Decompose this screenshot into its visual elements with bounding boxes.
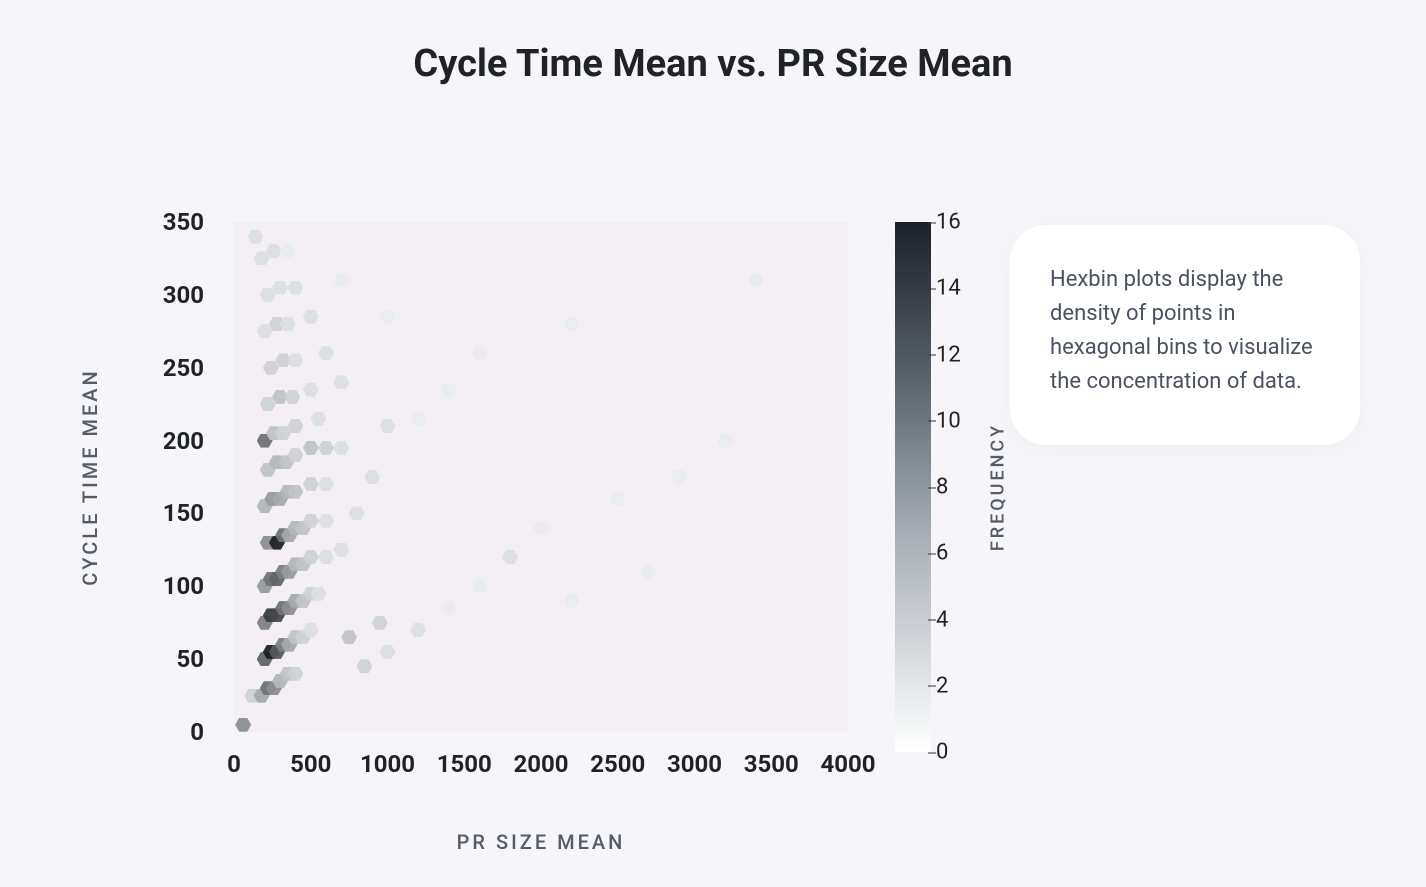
hex-bin [441, 601, 457, 615]
hex-bin [502, 550, 518, 564]
x-tick: 3500 [744, 750, 799, 778]
hex-bin [333, 273, 349, 287]
hex-bin [318, 550, 334, 564]
hex-bin [266, 244, 282, 258]
hex-bin [235, 718, 251, 732]
hex-bin [287, 281, 303, 295]
hex-bin [257, 324, 273, 338]
hex-bin [356, 659, 372, 673]
x-tick: 1000 [360, 750, 415, 778]
y-axis-label: CYCLE TIME MEAN [78, 368, 102, 586]
colorbar-label: FREQUENCY [988, 423, 1009, 551]
hex-bin [472, 346, 488, 360]
hex-bin [372, 616, 388, 630]
hex-bin [717, 434, 733, 448]
hex-bin [748, 273, 764, 287]
hex-bin [260, 397, 276, 411]
plot-area [234, 222, 848, 732]
hex-bin [318, 477, 334, 491]
colorbar-tick: 14 [936, 276, 961, 301]
x-tick: 0 [227, 750, 241, 778]
x-tick: 2000 [513, 750, 568, 778]
x-tick: 2500 [590, 750, 645, 778]
hex-bin [280, 244, 296, 258]
x-tick: 3000 [667, 750, 722, 778]
x-tick: 4000 [820, 750, 875, 778]
hex-bin [318, 514, 334, 528]
hex-bin [380, 419, 396, 433]
y-tick: 100 [163, 572, 204, 600]
info-text: Hexbin plots display the density of poin… [1050, 267, 1313, 394]
hex-bin [287, 353, 303, 367]
colorbar-tick: 0 [936, 740, 948, 765]
hex-bin [287, 419, 303, 433]
hex-bin [472, 579, 488, 593]
info-card: Hexbin plots display the density of poin… [1010, 225, 1360, 445]
hex-bin [263, 361, 279, 375]
y-tick: 200 [163, 427, 204, 455]
colorbar-tick: 2 [936, 673, 948, 698]
hex-bin [441, 383, 457, 397]
colorbar-tick: 6 [936, 541, 948, 566]
y-tick: 0 [190, 718, 204, 746]
hex-bin [564, 317, 580, 331]
hex-bin [303, 310, 319, 324]
hex-bin [318, 346, 334, 360]
hex-bin [303, 383, 319, 397]
hex-bin [333, 543, 349, 557]
hex-bin [272, 281, 288, 295]
x-axis-label: PR SIZE MEAN [457, 830, 626, 854]
y-tick: 250 [163, 354, 204, 382]
hex-bin [410, 623, 426, 637]
hex-bin [533, 521, 549, 535]
hex-bin [610, 492, 626, 506]
hex-bin [318, 441, 334, 455]
hex-bin [284, 390, 300, 404]
colorbar-gradient [895, 222, 931, 752]
hex-bin [364, 470, 380, 484]
colorbar-tick: 16 [936, 210, 961, 235]
y-tick: 50 [176, 645, 204, 673]
colorbar-tick: 4 [936, 607, 948, 632]
hex-bin [380, 310, 396, 324]
colorbar-tick: 12 [936, 342, 961, 367]
y-tick: 300 [163, 281, 204, 309]
hex-bin [303, 441, 319, 455]
colorbar [895, 222, 931, 752]
x-tick: 500 [290, 750, 331, 778]
hex-bin [333, 375, 349, 389]
hex-bin [341, 630, 357, 644]
hex-bin [260, 288, 276, 302]
hex-bin [349, 506, 365, 520]
x-axis-ticks: 05001000150020002500300035004000 [234, 740, 874, 790]
colorbar-ticks: 0246810121416 [930, 222, 990, 752]
hex-bin [310, 412, 326, 426]
colorbar-tick: 8 [936, 475, 948, 500]
y-tick: 350 [163, 208, 204, 236]
hex-bin [303, 477, 319, 491]
colorbar-tick: 10 [936, 408, 961, 433]
hex-bin [671, 470, 687, 484]
hex-bin [564, 594, 580, 608]
x-tick: 1500 [437, 750, 492, 778]
hex-bin [254, 251, 270, 265]
hex-bin [247, 230, 263, 244]
hex-bin [640, 565, 656, 579]
hex-bin [380, 645, 396, 659]
hex-bin [333, 441, 349, 455]
chart-container: 050100150200250300350 050010001500200025… [60, 200, 970, 850]
hex-bin [410, 412, 426, 426]
y-tick: 150 [163, 499, 204, 527]
chart-title: Cycle Time Mean vs. PR Size Mean [0, 0, 1426, 86]
